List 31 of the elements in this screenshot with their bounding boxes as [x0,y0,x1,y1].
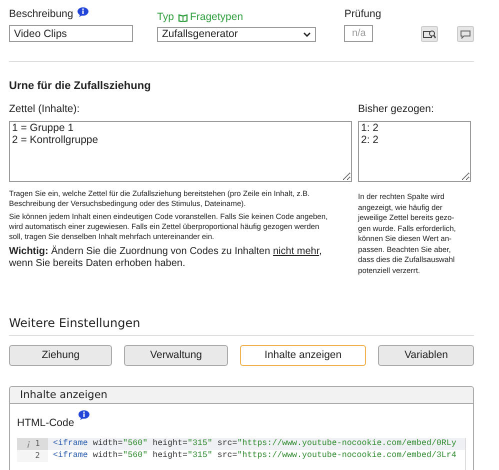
chevron-down-icon [303,32,312,37]
panel-title: Inhalte anzeigen [10,387,473,404]
check-field[interactable]: n/a [344,25,374,42]
type-label: Typ [157,10,174,26]
contents-label: Zettel (Inhalte): [9,102,81,116]
html-code-label: HTML-Code [17,417,90,430]
type-select[interactable]: Zufallsgenerator [157,27,316,42]
speech-bubble-icon [460,30,472,38]
settings-tab[interactable]: Ziehung [9,345,112,366]
preview-button[interactable] [421,26,438,42]
description-field[interactable]: Video Clips [9,25,133,42]
code-editor[interactable]: 1 <iframe width="560" height="315" src="https://www.youtube-nocookie.com/embed/0RLy 2 <iframe width="560" height="315" src="https://www.youtube-nocookie.com/embed/3Lr4 [17,438,466,470]
drawn-label: Bisher gezogen: [358,102,435,116]
description-label: Beschreibung [9,7,133,25]
info-marker-icon [27,440,30,448]
drawn-textarea[interactable]: 1: 2 2: 2 [358,121,471,182]
settings-title: Weitere Einstellungen [9,315,142,332]
check-label: Prüfung [344,7,382,22]
contents-textarea[interactable]: 1 = Gruppe 1 2 = Kontrollgruppe [9,121,352,182]
line-number: 2 [35,450,40,462]
info-icon[interactable] [77,7,90,17]
settings-tab[interactable]: Verwaltung [124,345,228,366]
settings-tab[interactable]: Variablen [378,345,474,366]
settings-tab[interactable]: Inhalte anzeigen [240,345,366,366]
comment-button[interactable] [457,26,474,42]
info-icon[interactable] [78,410,90,420]
line-number: 1 [35,438,40,450]
magnifier-icon [423,30,436,38]
section-title: Urne für die Zufallsziehung [9,79,152,94]
book-icon [178,14,188,22]
warning-text: Wichtig: Ändern Sie die Zuordnung von Codes zu Inhalten nicht mehr, wenn Sie bereits Daten erhoben haben. [9,246,323,270]
